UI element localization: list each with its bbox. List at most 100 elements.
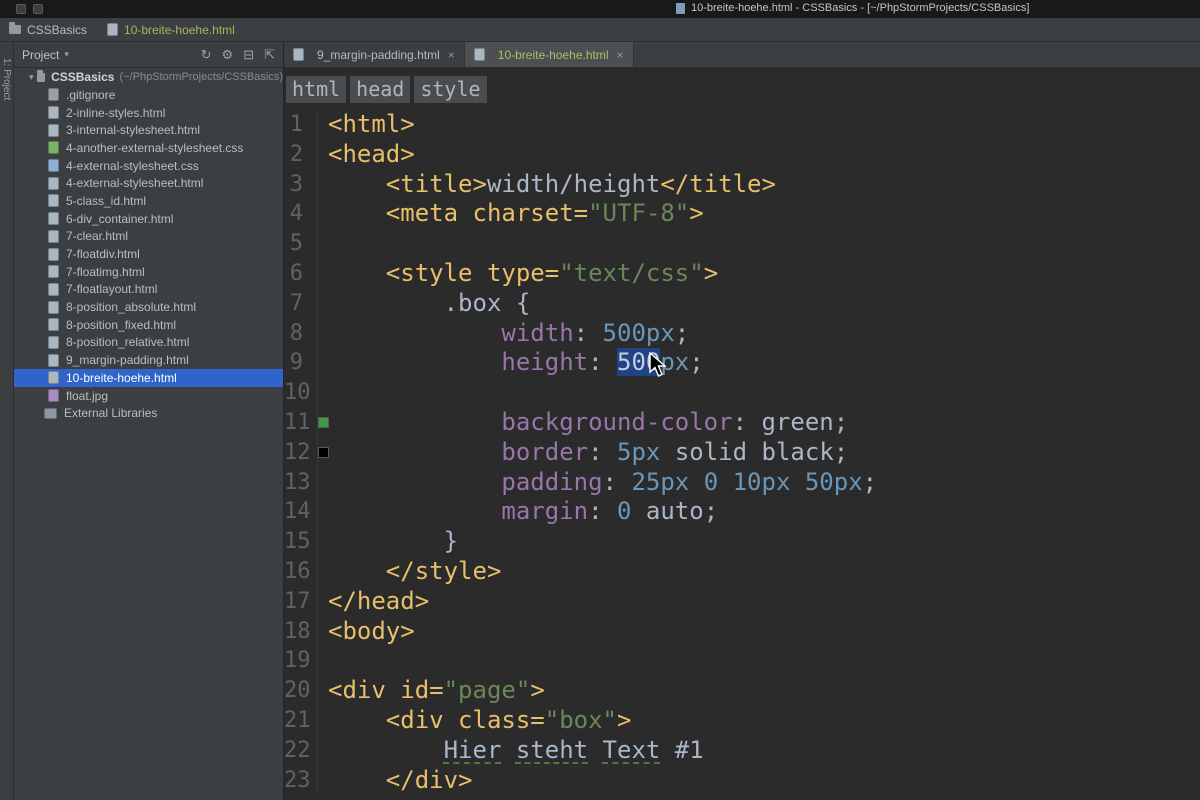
code-line[interactable]: 8 width: 500px; [284, 318, 1200, 349]
code-line[interactable]: 20 <div id="page"> [284, 676, 1200, 706]
tag-crumb-head[interactable]: head [350, 75, 411, 103]
code-line[interactable]: 14 margin: 0 auto; [284, 497, 1200, 528]
code-line[interactable]: 23 </div> [284, 765, 1200, 796]
tree-item-label: 4-external-stylesheet.html [66, 176, 204, 191]
line-number: 2 [284, 139, 318, 170]
code-line-text: } [318, 527, 458, 557]
html-file-icon [473, 48, 485, 61]
code-line[interactable]: 17 </head> [284, 586, 1200, 617]
tree-root[interactable]: ▾ CSSBasics (~/PhpStormProjects/CSSBasic… [14, 68, 283, 86]
editor-tab[interactable]: 9_margin-padding.html × [284, 42, 465, 67]
tab-label: 10-breite-hoehe.html [497, 47, 609, 62]
tree-item-external-libraries[interactable]: External Libraries [14, 404, 283, 422]
code-token: : [602, 467, 632, 496]
html-file-icon [48, 265, 59, 279]
code-token: width [501, 318, 574, 347]
code-line[interactable]: 11 background-color: green; [284, 407, 1200, 438]
code-line-text: <title>width/height</title> [318, 170, 776, 200]
code-line-text: </div> [318, 766, 473, 796]
tree-item[interactable]: 4-another-external-stylesheet.css [14, 139, 283, 157]
code-line-text: <meta charset="UTF-8"> [318, 199, 704, 229]
html-file-icon [48, 247, 59, 261]
code-token: steht [515, 735, 589, 764]
tree-item[interactable]: 5-class_id.html [14, 192, 283, 210]
code-editor[interactable]: 1 <html> 2 <head> 3 <title>width/height</tit… [284, 110, 1200, 800]
code-line[interactable]: 19 [284, 646, 1200, 677]
color-preview-swatch[interactable] [319, 417, 328, 427]
html-file-icon [107, 23, 119, 36]
close-icon[interactable]: × [448, 48, 455, 62]
code-token: <meta [385, 199, 473, 228]
tag-crumb-style[interactable]: style [414, 75, 487, 103]
settings-icon[interactable]: ⚙ [222, 42, 234, 67]
tool-window-strip: 1: Project Structure [0, 42, 14, 800]
hide-panel-icon[interactable]: ⇱ [264, 42, 275, 67]
tool-button-project[interactable]: 1: Project [1, 58, 12, 100]
tag-breadcrumbs: html head style [284, 68, 1200, 110]
code-line[interactable]: 16 </style> [284, 556, 1200, 587]
tree-item[interactable]: 7-clear.html [14, 228, 283, 246]
code-line-text: <html> [318, 110, 415, 140]
library-icon [44, 407, 57, 419]
code-line[interactable]: 3 <title>width/height</title> [284, 169, 1200, 200]
breadcrumb-file[interactable]: 10-breite-hoehe.html [107, 23, 235, 37]
image-file-icon [48, 389, 59, 403]
code-line[interactable]: 10 [284, 378, 1200, 408]
tag-crumb-html[interactable]: html [286, 75, 347, 103]
tree-item-label: 8-position_fixed.html [66, 317, 177, 332]
code-line[interactable]: 6 <style type="text/css"> [284, 258, 1200, 289]
code-line[interactable]: 5 [284, 229, 1200, 259]
tree-item[interactable]: 4-external-stylesheet.css [14, 157, 283, 175]
editor-tab[interactable]: 10-breite-hoehe.html × [464, 42, 634, 67]
tree-item[interactable]: .gitignore [14, 86, 283, 104]
code-line[interactable]: 7 .box { [284, 288, 1200, 319]
tree-item-label: 7-floatlayout.html [66, 282, 158, 297]
tree-item-label: 7-floatimg.html [66, 264, 145, 279]
code-token: ; [689, 348, 704, 377]
window-title: 10-breite-hoehe.html - CSSBasics - [~/Ph… [691, 2, 1030, 14]
html-file-icon [48, 194, 59, 208]
tree-item[interactable]: 8-position_fixed.html [14, 316, 283, 334]
code-token: #1 [660, 735, 704, 764]
code-line[interactable]: 1 <html> [284, 110, 1200, 140]
code-line[interactable]: 18 <body> [284, 616, 1200, 647]
tree-item[interactable]: 7-floatimg.html [14, 263, 283, 281]
tree-item[interactable]: float.jpg [14, 387, 283, 405]
code-line[interactable]: 13 padding: 25px 0 10px 50px; [284, 467, 1200, 498]
tree-item[interactable]: 7-floatlayout.html [14, 281, 283, 299]
code-line[interactable]: 9 height: 500px; [284, 348, 1200, 379]
code-token: ; [833, 407, 849, 436]
project-view-selector[interactable]: Project [22, 48, 59, 62]
tree-item[interactable]: 10-breite-hoehe.html [14, 369, 283, 387]
code-line[interactable]: 15 } [284, 527, 1200, 557]
line-number: 18 [284, 616, 318, 647]
tree-item[interactable]: 8-position_relative.html [14, 334, 283, 352]
tree-item[interactable]: 7-floatdiv.html [14, 245, 283, 263]
window-icon[interactable] [16, 4, 26, 14]
tree-item[interactable]: 9_margin-padding.html [14, 351, 283, 369]
tree-item[interactable]: 2-inline-styles.html [14, 104, 283, 122]
tree-item[interactable]: 3-internal-stylesheet.html [14, 121, 283, 139]
breadcrumb-project[interactable]: CSSBasics [9, 22, 87, 37]
code-line[interactable]: 2 <head> [284, 139, 1200, 170]
code-line[interactable]: 4 <meta charset="UTF-8"> [284, 199, 1200, 230]
project-header-icons: ↻ ⚙ ⊟ ⇱ [201, 42, 275, 67]
code-line[interactable]: 12 border: 5px solid black; [284, 437, 1200, 468]
tree-item[interactable]: 4-external-stylesheet.html [14, 174, 283, 192]
code-line[interactable]: 22 Hier steht Text #1 [284, 735, 1200, 766]
sync-icon[interactable]: ↻ [201, 42, 212, 67]
color-preview-swatch[interactable] [319, 447, 328, 457]
tree-item[interactable]: 8-position_absolute.html [14, 298, 283, 316]
code-line[interactable]: 21 <div class="box"> [284, 705, 1200, 736]
collapse-all-icon[interactable]: ⊟ [243, 42, 254, 67]
chevron-down-icon[interactable]: ▾ [64, 49, 69, 60]
window-icon[interactable] [33, 4, 43, 14]
code-line-text: <body> [318, 617, 415, 647]
close-icon[interactable]: × [617, 48, 624, 62]
expand-arrow-icon[interactable]: ▾ [29, 72, 37, 83]
tree-item[interactable]: 6-div_container.html [14, 210, 283, 228]
